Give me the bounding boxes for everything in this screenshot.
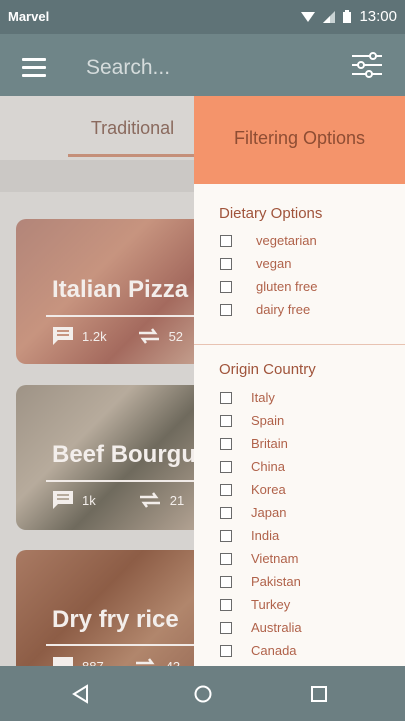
checkbox[interactable] [220, 414, 232, 427]
checkbox[interactable] [220, 437, 232, 450]
checkbox[interactable] [220, 303, 232, 316]
dietary-option[interactable]: vegan [220, 256, 291, 271]
recipe-stats: 1k 21 [52, 490, 184, 510]
country-option[interactable]: Canada [220, 643, 297, 658]
sliders-filter-icon[interactable] [351, 52, 383, 78]
country-option[interactable]: Australia [220, 620, 302, 635]
country-option[interactable]: Britain [220, 436, 288, 451]
recipe-stats: 1.2k 52 [52, 326, 183, 346]
country-option[interactable]: Japan [220, 505, 286, 520]
repost-icon [135, 658, 155, 665]
country-option[interactable]: China [220, 459, 285, 474]
checkbox[interactable] [220, 483, 232, 496]
recipe-card[interactable]: Beef Bourgu 1k 21 [16, 385, 206, 530]
country-option[interactable]: Italy [220, 390, 275, 405]
dietary-option[interactable]: gluten free [220, 279, 317, 294]
repost-icon [138, 328, 159, 344]
checkbox[interactable] [220, 621, 232, 634]
status-icons: 13:00 [301, 8, 397, 25]
checkbox[interactable] [220, 257, 232, 270]
checkbox[interactable] [220, 391, 232, 404]
dietary-options-heading: Dietary Options [219, 205, 323, 222]
checkbox[interactable] [220, 598, 232, 611]
active-tab-indicator [68, 154, 196, 157]
checkbox[interactable] [220, 460, 232, 473]
share-count: 43 [165, 658, 181, 667]
filter-drawer: Filtering Options Dietary Options vegeta… [194, 96, 405, 666]
carrier-name: Marvel [8, 9, 50, 24]
filter-drawer-title: Filtering Options [233, 128, 366, 148]
recipe-card[interactable]: Dry fry rice 887 43 [16, 550, 206, 666]
hamburger-menu-icon[interactable] [22, 58, 46, 77]
recipe-stats: 887 43 [52, 656, 180, 666]
checkbox[interactable] [220, 529, 232, 542]
search-input[interactable] [84, 50, 318, 86]
dietary-option[interactable]: vegetarian [220, 233, 317, 248]
checkbox[interactable] [220, 552, 232, 565]
country-option[interactable]: Vietnam [220, 551, 298, 566]
dietary-option[interactable]: dairy free [220, 302, 310, 317]
battery-icon [343, 10, 352, 23]
card-divider [46, 480, 206, 482]
checkbox[interactable] [220, 506, 232, 519]
country-option[interactable]: Korea [220, 482, 286, 497]
app-bar [0, 34, 405, 96]
country-option[interactable]: India [220, 528, 279, 543]
home-circle-icon[interactable] [192, 683, 214, 705]
share-count: 21 [169, 492, 185, 508]
comment-count: 887 [82, 658, 104, 667]
card-divider [46, 315, 206, 317]
comment-count: 1.2k [82, 328, 107, 344]
checkbox[interactable] [220, 575, 232, 588]
section-divider [194, 344, 405, 345]
checkbox[interactable] [220, 234, 232, 247]
comment-icon [53, 657, 73, 666]
system-nav-bar [0, 666, 405, 721]
comment-count: 1k [82, 492, 96, 508]
wifi-icon [301, 11, 316, 22]
recipe-card[interactable]: Italian Pizza 1.2k 52 [16, 219, 206, 364]
checkbox[interactable] [220, 280, 232, 293]
tab-traditional[interactable]: Traditional [70, 118, 195, 139]
repost-icon [139, 492, 160, 508]
recipe-title: Beef Bourgu [52, 441, 196, 468]
comment-icon [53, 327, 73, 345]
comment-icon [53, 491, 73, 509]
card-divider [46, 644, 206, 646]
share-count: 52 [168, 328, 184, 344]
recipe-title: Italian Pizza [52, 276, 189, 303]
clock-time: 13:00 [359, 8, 397, 25]
recents-square-icon[interactable] [308, 683, 330, 705]
status-bar: Marvel 13:00 [0, 0, 405, 34]
country-option[interactable]: Pakistan [220, 574, 301, 589]
filter-drawer-header: Filtering Options [194, 96, 405, 184]
country-option[interactable]: Turkey [220, 597, 290, 612]
signal-icon [323, 10, 336, 23]
back-triangle-icon[interactable] [70, 683, 92, 705]
country-option[interactable]: Spain [220, 413, 284, 428]
origin-country-heading: Origin Country [219, 361, 316, 378]
checkbox[interactable] [220, 644, 232, 657]
recipe-title: Dry fry rice [52, 606, 179, 633]
